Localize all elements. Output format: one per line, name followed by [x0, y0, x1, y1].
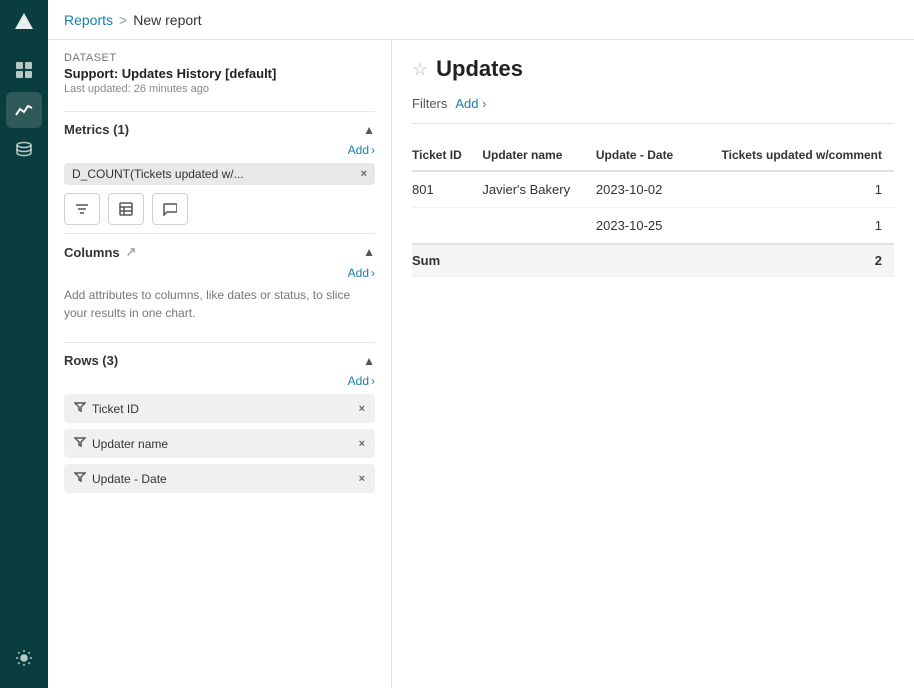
sidebar-item-settings[interactable]	[6, 640, 42, 676]
dataset-section: Dataset Support: Updates History [defaul…	[64, 52, 375, 95]
columns-title: Columns ↗	[64, 244, 137, 260]
col-ticket-id: Ticket ID	[412, 140, 482, 171]
filters-label: Filters	[412, 96, 447, 111]
sidebar-item-grid[interactable]	[6, 52, 42, 88]
row-chip-updater-close[interactable]: ×	[359, 438, 365, 450]
row-chip-date-close[interactable]: ×	[359, 473, 365, 485]
cell-updater-name-2	[482, 208, 596, 245]
data-table: Ticket ID Updater name Update - Date Tic…	[412, 140, 894, 277]
row-chip-ticket-label: Ticket ID	[92, 402, 353, 416]
favorite-star-icon[interactable]: ☆	[412, 59, 428, 80]
cell-updater-name-1: Javier's Bakery	[482, 171, 596, 208]
metrics-add-button[interactable]: Add ›	[348, 143, 375, 157]
table-sum-row: Sum 2	[412, 244, 894, 277]
chart-filter-button[interactable]	[64, 193, 100, 225]
left-panel: Dataset Support: Updates History [defaul…	[48, 40, 392, 688]
metrics-chip-text: D_COUNT(Tickets updated w/...	[72, 167, 355, 181]
filters-add-button[interactable]: Add ›	[455, 96, 486, 111]
cell-count-1: 1	[698, 171, 894, 208]
cell-ticket-id-2	[412, 208, 482, 245]
breadcrumb-current: New report	[133, 12, 201, 28]
row-chip-update-date: Update - Date ×	[64, 464, 375, 493]
rows-title: Rows (3)	[64, 353, 118, 368]
table-header-row: Ticket ID Updater name Update - Date Tic…	[412, 140, 894, 171]
filter-icon-updater	[74, 436, 86, 451]
metrics-actions: Add ›	[64, 143, 375, 157]
table-row: 801 Javier's Bakery 2023-10-02 1	[412, 171, 894, 208]
sidebar	[0, 0, 48, 688]
content-area: Dataset Support: Updates History [defaul…	[48, 40, 914, 688]
rows-collapse-button[interactable]: ▲	[363, 354, 375, 368]
cell-update-date-2: 2023-10-25	[596, 208, 698, 245]
dataset-name: Support: Updates History [default]	[64, 66, 375, 81]
dataset-updated: Last updated: 26 minutes ago	[64, 83, 375, 95]
right-panel: ☆ Updates Filters Add › Ticket ID Update…	[392, 40, 914, 688]
chart-table-button[interactable]	[108, 193, 144, 225]
sidebar-item-reports[interactable]	[6, 92, 42, 128]
metrics-section-header: Metrics (1) ▲	[64, 111, 375, 143]
app-logo[interactable]	[10, 8, 38, 36]
metrics-chip-close[interactable]: ×	[361, 168, 367, 180]
columns-add-button[interactable]: Add ›	[348, 266, 375, 280]
columns-section-header: Columns ↗ ▲	[64, 233, 375, 266]
sum-empty-2	[596, 244, 698, 277]
filter-icon-date	[74, 471, 86, 486]
metrics-collapse-button[interactable]: ▲	[363, 123, 375, 137]
dataset-label: Dataset	[64, 52, 375, 64]
col-update-date: Update - Date	[596, 140, 698, 171]
sum-label: Sum	[412, 244, 482, 277]
breadcrumb-bar: Reports > New report	[48, 0, 914, 40]
rows-actions: Add ›	[64, 374, 375, 388]
col-tickets-updated: Tickets updated w/comment	[698, 140, 894, 171]
sidebar-item-database[interactable]	[6, 132, 42, 168]
columns-hint: Add attributes to columns, like dates or…	[64, 286, 375, 322]
row-chip-updater-label: Updater name	[92, 437, 353, 451]
rows-add-button[interactable]: Add ›	[348, 374, 375, 388]
cell-count-2: 1	[698, 208, 894, 245]
report-title: Updates	[436, 56, 523, 82]
breadcrumb-separator: >	[119, 12, 127, 28]
metrics-title: Metrics (1)	[64, 122, 129, 137]
columns-collapse-button[interactable]: ▲	[363, 245, 375, 259]
sum-empty-1	[482, 244, 596, 277]
chart-comment-button[interactable]	[152, 193, 188, 225]
metrics-chip: D_COUNT(Tickets updated w/... ×	[64, 163, 375, 185]
sum-value: 2	[698, 244, 894, 277]
row-chip-date-label: Update - Date	[92, 472, 353, 486]
cell-update-date-1: 2023-10-02	[596, 171, 698, 208]
report-title-row: ☆ Updates	[412, 56, 894, 82]
row-chip-ticket-id: Ticket ID ×	[64, 394, 375, 423]
table-row: 2023-10-25 1	[412, 208, 894, 245]
col-updater-name: Updater name	[482, 140, 596, 171]
filters-row: Filters Add ›	[412, 96, 894, 124]
rows-section-header: Rows (3) ▲	[64, 342, 375, 374]
main-content: Reports > New report Dataset Support: Up…	[48, 0, 914, 688]
row-chip-ticket-close[interactable]: ×	[359, 403, 365, 415]
row-chip-updater-name: Updater name ×	[64, 429, 375, 458]
filter-icon-ticket	[74, 401, 86, 416]
cell-ticket-id-1: 801	[412, 171, 482, 208]
chart-type-icons	[64, 193, 375, 225]
breadcrumb-reports-link[interactable]: Reports	[64, 12, 113, 28]
columns-actions: Add ›	[64, 266, 375, 280]
